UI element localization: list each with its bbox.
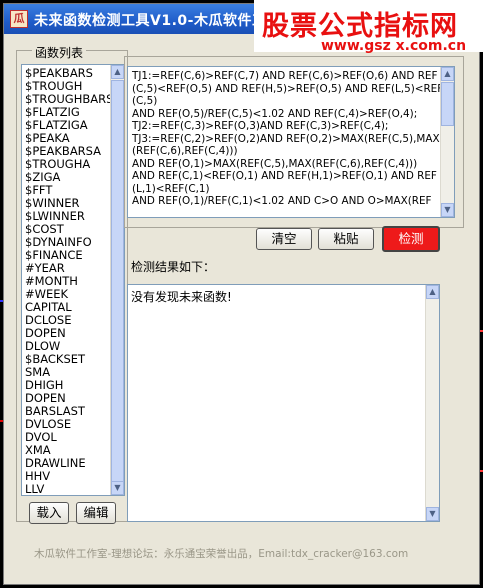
clear-button[interactable]: 清空 xyxy=(256,228,312,250)
scroll-up-arrow-icon[interactable]: ▲ xyxy=(441,67,454,81)
scroll-up-arrow-icon[interactable]: ▲ xyxy=(426,285,439,299)
formula-line: TJ2:=REF(C,3)>REF(O,3)AND REF(C,3)>REF(C… xyxy=(132,120,389,132)
func-list-label: 函数列表 xyxy=(32,44,87,61)
detect-button[interactable]: 检测 xyxy=(382,226,440,252)
formula-scrollbar[interactable]: ▲ ▼ xyxy=(440,67,454,217)
formula-line: TJ3:=REF(C,2)>REF(O,2)AND REF(O,2)>MAX(R… xyxy=(132,132,440,145)
edit-button[interactable]: 编辑 xyxy=(76,502,116,524)
result-textarea[interactable]: 没有发现未来函数! ▲ ▼ xyxy=(127,284,440,522)
scroll-down-arrow-icon[interactable]: ▼ xyxy=(426,507,439,521)
load-button[interactable]: 载入 xyxy=(29,502,69,524)
scroll-down-arrow-icon[interactable]: ▼ xyxy=(111,481,124,495)
footer-credit: 木瓜软件工作室-理想论坛：永乐通宝荣誉出品，Email:tdx_cracker@… xyxy=(34,548,409,560)
formula-line: (REF(C,6),REF(C,4))) xyxy=(132,145,238,157)
formula-line: (C,5) xyxy=(132,95,158,107)
result-text: 没有发现未来函数! xyxy=(131,290,232,304)
formula-line: (C,5)<REF(O,5) AND REF(H,5)>REF(O,5) AND… xyxy=(132,82,444,95)
window-title: 未来函数检测工具V1.0-木瓜软件工 xyxy=(34,13,267,29)
watermark-url: www.gsz x.com.cn xyxy=(321,38,467,54)
function-list-scrollbar[interactable]: ▲ ▼ xyxy=(110,65,124,495)
scroll-thumb[interactable] xyxy=(111,80,124,482)
scroll-thumb[interactable] xyxy=(441,82,454,126)
paste-button[interactable]: 粘贴 xyxy=(318,228,374,250)
function-list[interactable]: $PEAKBARS $TROUGH $TROUGHBARS $FLATZIG $FLAT… xyxy=(21,64,125,496)
formula-line: AND REF(C,1)<REF(O,1) AND REF(H,1)>REF(O… xyxy=(132,170,437,182)
detector-window: 瓜 未来函数检测工具V1.0-木瓜软件工 函数列表 $PEAKBARS $TROU… xyxy=(3,3,480,585)
formula-textarea[interactable]: TJ1:=REF(C,6)>REF(C,7) AND REF(C,6)>REF(… xyxy=(127,66,455,218)
formula-line: AND REF(O,1)/REF(C,1)<1.02 AND C>O AND O… xyxy=(132,195,432,207)
result-scrollbar[interactable]: ▲ ▼ xyxy=(425,285,439,521)
app-icon: 瓜 xyxy=(10,10,28,28)
scroll-down-arrow-icon[interactable]: ▼ xyxy=(441,203,454,217)
formula-line: AND REF(O,1)>MAX(REF(C,5),MAX(REF(C,6),R… xyxy=(132,157,418,170)
scroll-up-arrow-icon[interactable]: ▲ xyxy=(111,65,124,79)
result-label: 检测结果如下： xyxy=(131,258,216,275)
formula-line: TJ1:=REF(C,6)>REF(C,7) AND REF(C,6)>REF(… xyxy=(132,70,438,82)
function-list-item[interactable]: LLV xyxy=(25,483,44,496)
formula-line: (L,1)<REF(C,1) xyxy=(132,182,210,195)
formula-line: AND REF(O,5)/REF(C,5)<1.02 AND REF(C,4)>… xyxy=(132,107,418,120)
